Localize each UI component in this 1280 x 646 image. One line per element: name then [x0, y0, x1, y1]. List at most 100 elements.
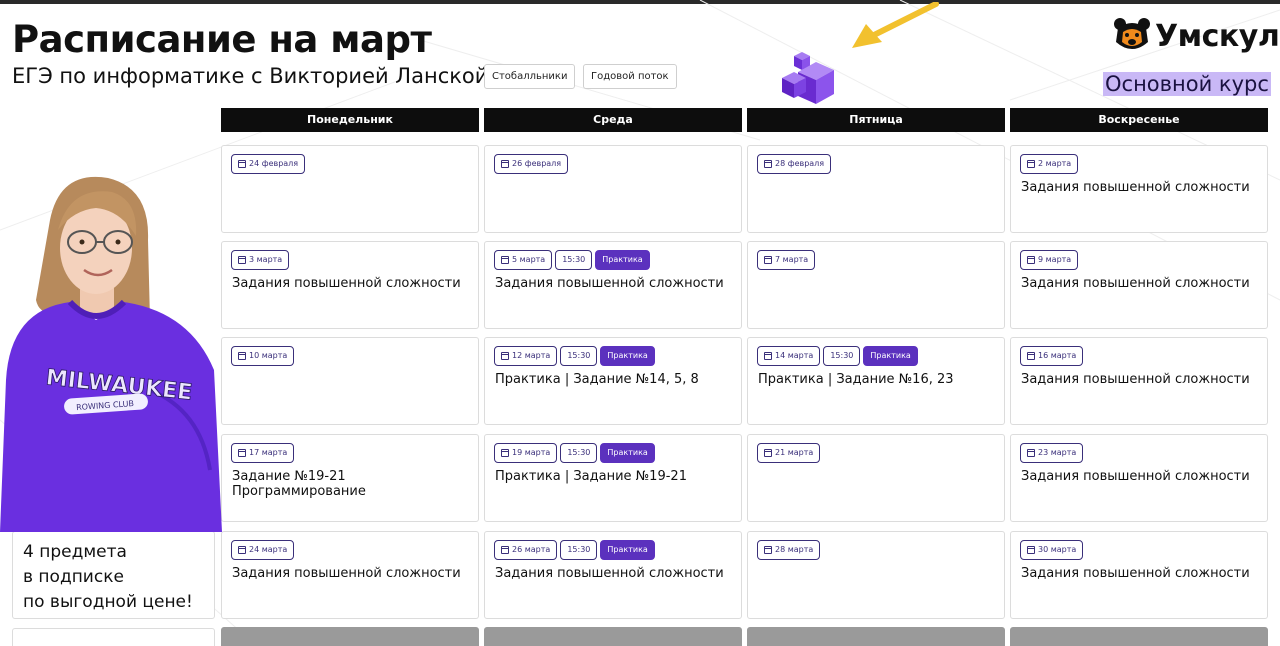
card-chips: 30 марта: [1020, 540, 1084, 560]
schedule-card[interactable]: 26 февраля: [484, 145, 742, 233]
calendar-icon: [238, 256, 246, 264]
logo-text: Умскул: [1155, 18, 1280, 54]
date-text: 26 февраля: [512, 159, 562, 168]
day-header-friday: Пятница: [747, 108, 1005, 132]
practice-badge: Практика: [600, 443, 655, 463]
calendar-icon: [764, 352, 772, 360]
date-text: 19 марта: [512, 448, 551, 457]
card-chips: 12 марта 15:30 Практика: [494, 346, 655, 366]
schedule-card-hidden: [221, 627, 479, 646]
schedule-card[interactable]: 24 февраля: [221, 145, 479, 233]
date-text: 10 марта: [249, 351, 288, 360]
card-chips: 16 марта: [1020, 346, 1084, 366]
schedule-card[interactable]: 2 марта Задания повышенной сложности: [1010, 145, 1268, 233]
card-chips: 5 марта 15:30 Практика: [494, 250, 650, 270]
promo-line: 4 предмета: [23, 542, 127, 562]
schedule-card[interactable]: 26 марта 15:30 Практика Задания повышенной …: [484, 531, 742, 619]
calendar-icon: [1027, 449, 1035, 457]
calendar-icon: [501, 546, 509, 554]
schedule-card[interactable]: 12 марта 15:30 Практика Практика | Задание …: [484, 337, 742, 425]
date-chip: 12 марта: [494, 346, 558, 366]
lesson-title-line: Практика | Задание №14, 5, 8: [495, 372, 699, 387]
lesson-title: Задание №19-21 Программирование: [232, 469, 470, 499]
practice-badge: Практика: [595, 250, 650, 270]
schedule-card[interactable]: 9 марта Задания повышенной сложности: [1010, 241, 1268, 329]
lesson-title: Практика | Задание №14, 5, 8: [495, 372, 733, 387]
schedule-card[interactable]: 14 марта 15:30 Практика Практика | Задание …: [747, 337, 1005, 425]
time-chip: 15:30: [560, 443, 598, 463]
lesson-title: Задания повышенной сложности: [1021, 372, 1259, 387]
date-chip: 26 марта: [494, 540, 558, 560]
date-chip: 10 марта: [231, 346, 295, 366]
schedule-card[interactable]: 16 марта Задания повышенной сложности: [1010, 337, 1268, 425]
schedule-card[interactable]: 30 марта Задания повышенной сложности: [1010, 531, 1268, 619]
tag-godovoy-potok[interactable]: Годовой поток: [583, 64, 677, 89]
schedule-card[interactable]: 3 марта Задания повышенной сложности: [221, 241, 479, 329]
lesson-title: Практика | Задание №16, 23: [758, 372, 996, 387]
lesson-title-line: Задания повышенной сложности: [1021, 180, 1250, 195]
schedule-card[interactable]: 19 марта 15:30 Практика Практика | Задание …: [484, 434, 742, 522]
card-chips: 17 марта: [231, 443, 295, 463]
date-text: 24 марта: [249, 545, 288, 554]
lesson-title: Задания повышенной сложности: [495, 566, 733, 581]
lesson-title: Практика | Задание №19-21: [495, 469, 733, 484]
date-text: 24 февраля: [249, 159, 299, 168]
date-text: 2 марта: [1038, 159, 1072, 168]
lesson-title: Задания повышенной сложности: [1021, 180, 1259, 195]
promo-box[interactable]: 4 предмета в подписке по выгодной цене!: [12, 531, 215, 619]
card-chips: 24 февраля: [231, 154, 306, 174]
schedule-card[interactable]: 28 марта: [747, 531, 1005, 619]
date-chip: 3 марта: [231, 250, 290, 270]
date-text: 14 марта: [775, 351, 814, 360]
date-text: 26 марта: [512, 545, 551, 554]
lesson-title: Задания повышенной сложности: [1021, 566, 1259, 581]
schedule-card[interactable]: 28 февраля: [747, 145, 1005, 233]
lesson-title-line: Задания повышенной сложности: [1021, 372, 1250, 387]
time-chip: 15:30: [555, 250, 593, 270]
calendar-icon: [764, 256, 772, 264]
schedule-card-hidden: [747, 627, 1005, 646]
calendar-icon: [501, 449, 509, 457]
date-text: 21 марта: [775, 448, 814, 457]
date-text: 16 марта: [1038, 351, 1077, 360]
date-chip: 14 марта: [757, 346, 821, 366]
card-chips: 21 марта: [757, 443, 821, 463]
schedule-card[interactable]: 23 марта Задания повышенной сложности: [1010, 434, 1268, 522]
schedule-card[interactable]: 24 марта Задания повышенной сложности: [221, 531, 479, 619]
date-chip: 21 марта: [757, 443, 821, 463]
date-chip: 28 марта: [757, 540, 821, 560]
date-text: 12 марта: [512, 351, 551, 360]
date-chip: 26 февраля: [494, 154, 569, 174]
schedule-card[interactable]: 10 марта: [221, 337, 479, 425]
date-chip: 9 марта: [1020, 250, 1079, 270]
day-header-monday: Понедельник: [221, 108, 479, 132]
schedule-card[interactable]: 7 марта: [747, 241, 1005, 329]
date-chip: 24 марта: [231, 540, 295, 560]
card-chips: 7 марта: [757, 250, 816, 270]
schedule-card[interactable]: 5 марта 15:30 Практика Задания повышенной с…: [484, 241, 742, 329]
lesson-title-line: Практика | Задание №19-21: [495, 469, 687, 484]
lesson-title: Задания повышенной сложности: [232, 566, 470, 581]
time-chip: 15:30: [560, 540, 598, 560]
time-chip: 15:30: [823, 346, 861, 366]
lesson-title: Задания повышенной сложности: [495, 276, 733, 291]
calendar-icon: [501, 160, 509, 168]
card-chips: 26 февраля: [494, 154, 569, 174]
page-title: Расписание на март: [12, 18, 432, 61]
schedule-card[interactable]: 17 марта Задание №19-21 Программирование: [221, 434, 479, 522]
card-chips: 24 марта: [231, 540, 295, 560]
lesson-title-line: Задания повышенной сложности: [232, 276, 461, 291]
date-text: 9 марта: [1038, 255, 1072, 264]
lesson-title-line: Задания повышенной сложности: [495, 276, 724, 291]
tag-stoballniki[interactable]: Стобалльники: [484, 64, 576, 89]
date-chip: 28 февраля: [757, 154, 832, 174]
brand-logo[interactable]: Умскул: [1112, 16, 1280, 56]
schedule-card[interactable]: 21 марта: [747, 434, 1005, 522]
lesson-title-line: Задания повышенной сложности: [1021, 276, 1250, 291]
date-chip: 17 марта: [231, 443, 295, 463]
lesson-title-line: Задания повышенной сложности: [1021, 566, 1250, 581]
calendar-icon: [1027, 160, 1035, 168]
calendar-icon: [238, 546, 246, 554]
course-label: Основной курс: [1103, 72, 1271, 96]
card-chips: 14 марта 15:30 Практика: [757, 346, 918, 366]
